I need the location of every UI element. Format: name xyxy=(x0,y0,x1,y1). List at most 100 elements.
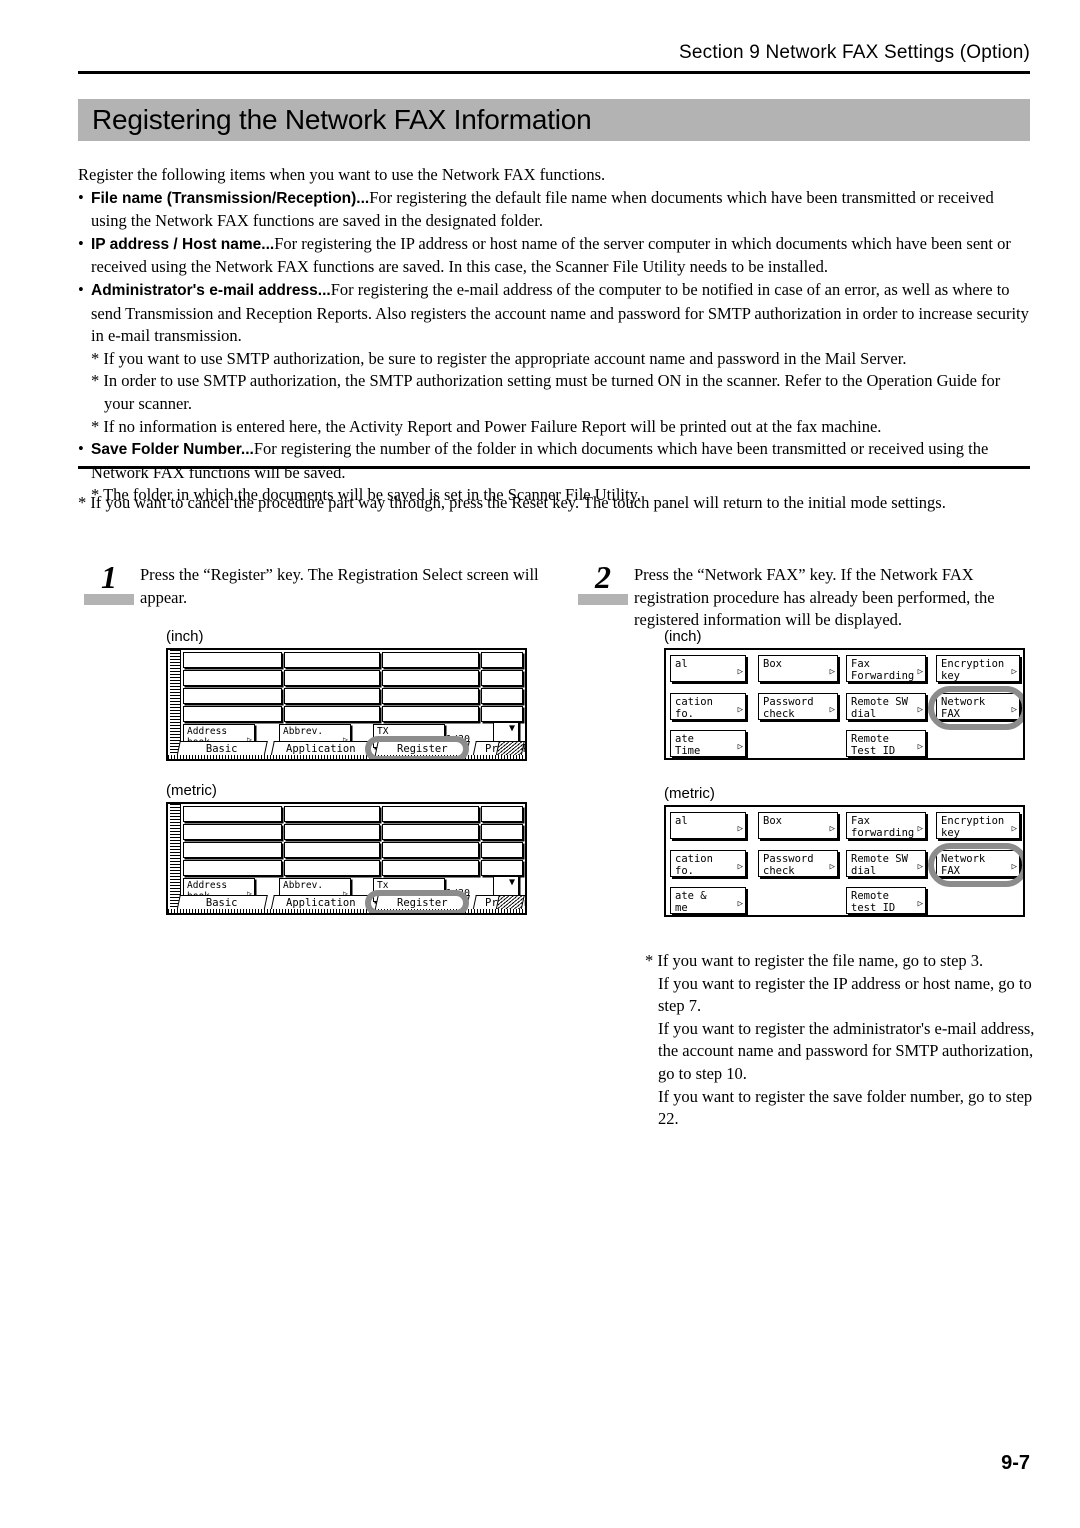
key-label: Remote Test ID xyxy=(851,733,896,757)
registration-select-screen-inch[interactable]: al ▷ Box ▷ Fax Forwarding ▷ Encryption key ▷… xyxy=(664,648,1025,760)
reg-key-location-info[interactable]: cation fo. ▷ xyxy=(670,693,746,720)
key-label: Remote test ID xyxy=(851,890,896,914)
reg-key-location-info[interactable]: cation fo. ▷ xyxy=(670,850,746,877)
reg-key-box[interactable]: Box ▷ xyxy=(758,655,838,682)
chevron-right-icon: ▷ xyxy=(829,666,835,677)
key-label: Remote SW dial xyxy=(851,696,908,720)
key-label: Fax forwarding xyxy=(851,815,915,839)
grid-cell xyxy=(382,860,480,876)
bullet-term: IP address / Host name... xyxy=(91,235,275,253)
bullet-dot-icon: • xyxy=(78,187,84,207)
key-label: Password check xyxy=(763,696,814,720)
registration-select-screen-metric[interactable]: al ▷ Box ▷ Fax forwarding ▷ Encryption key ▷… xyxy=(664,805,1025,917)
header-rule xyxy=(78,71,1030,74)
reg-key-network-fax[interactable]: Network FAX ▷ xyxy=(936,850,1020,877)
fax-basic-screen-metric[interactable]: Address book▷ Abbrev.▷ Tx setting▷ 1/30 … xyxy=(166,802,527,915)
key-label: ate & me xyxy=(675,890,707,914)
key-label: Network FAX xyxy=(941,853,986,877)
figure-unit-label: (metric) xyxy=(664,785,715,802)
grid-cell xyxy=(382,652,480,668)
intro-body: Register the following items when you wa… xyxy=(78,164,1030,507)
chevron-right-icon: ▷ xyxy=(917,898,923,909)
grid-cell xyxy=(183,842,282,858)
chevron-right-icon: ▷ xyxy=(737,861,743,872)
reg-key-fax-forwarding[interactable]: Fax forwarding ▷ xyxy=(846,812,926,839)
step-1-figure-metric: (metric) Address book▷ Abbrev.▷ Tx setti… xyxy=(166,782,527,915)
grid-cell xyxy=(283,824,381,840)
step-2-instruction: Press the “Network FAX” key. If the Netw… xyxy=(634,565,995,630)
note-no-information: * If no information is entered here, the… xyxy=(91,416,882,436)
bullet-term: File name (Transmission/Reception)... xyxy=(91,189,370,207)
step-number: 2 xyxy=(595,559,611,595)
step-number-underbar xyxy=(578,594,628,605)
fax-basic-screen-inch[interactable]: Address book▷ Abbrev.▷ TX setting▷ 1/30 … xyxy=(166,648,527,761)
bullet-text: Save Folder Number...For registering the… xyxy=(91,438,1030,484)
grid-cell xyxy=(382,706,480,722)
key-label: cation fo. xyxy=(675,696,713,720)
grid-cell xyxy=(283,806,381,822)
reg-key-remote-test-id[interactable]: Remote test ID ▷ xyxy=(846,887,926,914)
reg-key-encryption-key[interactable]: Encryption key ▷ xyxy=(936,812,1020,839)
bullet-dot-icon: • xyxy=(78,279,84,299)
reg-key-network-fax[interactable]: Network FAX ▷ xyxy=(936,693,1020,720)
grid-cell xyxy=(382,806,480,822)
bullet-text: File name (Transmission/Reception)...For… xyxy=(91,187,1030,233)
key-label: Box xyxy=(763,658,782,670)
chevron-right-icon: ▷ xyxy=(1011,666,1017,677)
bullet-file-name: • File name (Transmission/Reception)...F… xyxy=(78,187,1030,233)
grid-cell xyxy=(481,670,523,686)
chevron-right-icon: ▷ xyxy=(917,741,923,752)
step-2-figure-metric: (metric) al ▷ Box ▷ Fax forwarding ▷ Encryp… xyxy=(664,785,1025,917)
figure-unit-label: (inch) xyxy=(664,628,702,645)
chevron-right-icon: ▷ xyxy=(829,823,835,834)
reg-key-remote-sw-dial[interactable]: Remote SW dial ▷ xyxy=(846,850,926,877)
chevron-right-icon: ▷ xyxy=(917,861,923,872)
reg-key-encryption-key[interactable]: Encryption key ▷ xyxy=(936,655,1020,682)
key-label: ate Time xyxy=(675,733,701,757)
key-label: Abbrev. xyxy=(283,726,324,737)
grid-cell xyxy=(481,706,523,722)
grid-cell xyxy=(283,670,381,686)
reg-key-date-time[interactable]: ate & me ▷ xyxy=(670,887,746,914)
grid-cell xyxy=(481,860,523,876)
grid-cell xyxy=(183,688,282,704)
grid-cell xyxy=(382,670,480,686)
reg-key-remote-test-id[interactable]: Remote Test ID ▷ xyxy=(846,730,926,757)
key-label: Network FAX xyxy=(941,696,986,720)
bullet-admin-email: • Administrator's e-mail address...For r… xyxy=(78,279,1030,348)
reg-key-password-check[interactable]: Password check ▷ xyxy=(758,693,838,720)
grid-cell xyxy=(481,842,523,858)
grid-cell xyxy=(183,806,282,822)
table-row xyxy=(183,652,525,668)
reg-key-fax-forwarding[interactable]: Fax Forwarding ▷ xyxy=(846,655,926,682)
bullet-admin-email-notes: * If you want to use SMTP authorization,… xyxy=(78,348,1030,438)
cancel-procedure-note: * If you want to cancel the procedure pa… xyxy=(78,493,946,512)
grid-cell xyxy=(481,652,523,668)
chevron-right-icon: ▷ xyxy=(1011,704,1017,715)
intro-lead: Register the following items when you wa… xyxy=(78,165,606,184)
reg-key-date-time[interactable]: ate Time ▷ xyxy=(670,730,746,757)
grid-cell xyxy=(283,842,381,858)
table-row xyxy=(183,860,525,876)
reg-key-box[interactable]: Box ▷ xyxy=(758,812,838,839)
reg-key-terminal[interactable]: al ▷ xyxy=(670,812,746,839)
bullet-dot-icon: • xyxy=(78,233,84,253)
key-label: Encryption key xyxy=(941,815,1005,839)
bullet-save-folder-number: • Save Folder Number...For registering t… xyxy=(78,438,1030,484)
page-number: 9-7 xyxy=(1001,1452,1030,1474)
grid-cell xyxy=(183,706,282,722)
grid-cell xyxy=(283,706,381,722)
destination-grid xyxy=(183,806,525,878)
table-row xyxy=(183,670,525,686)
reg-key-remote-sw-dial[interactable]: Remote SW dial ▷ xyxy=(846,693,926,720)
bullet-ip-address: • IP address / Host name...For registeri… xyxy=(78,233,1030,279)
bullet-term: Administrator's e-mail address... xyxy=(91,281,331,299)
chevron-right-icon: ▷ xyxy=(917,823,923,834)
figure-unit-label: (inch) xyxy=(166,628,204,645)
grid-cell xyxy=(382,688,480,704)
chevron-right-icon: ▷ xyxy=(829,704,835,715)
key-label: Password check xyxy=(763,853,814,877)
reg-key-password-check[interactable]: Password check ▷ xyxy=(758,850,838,877)
reg-key-terminal[interactable]: al ▷ xyxy=(670,655,746,682)
step-number: 1 xyxy=(101,559,117,595)
